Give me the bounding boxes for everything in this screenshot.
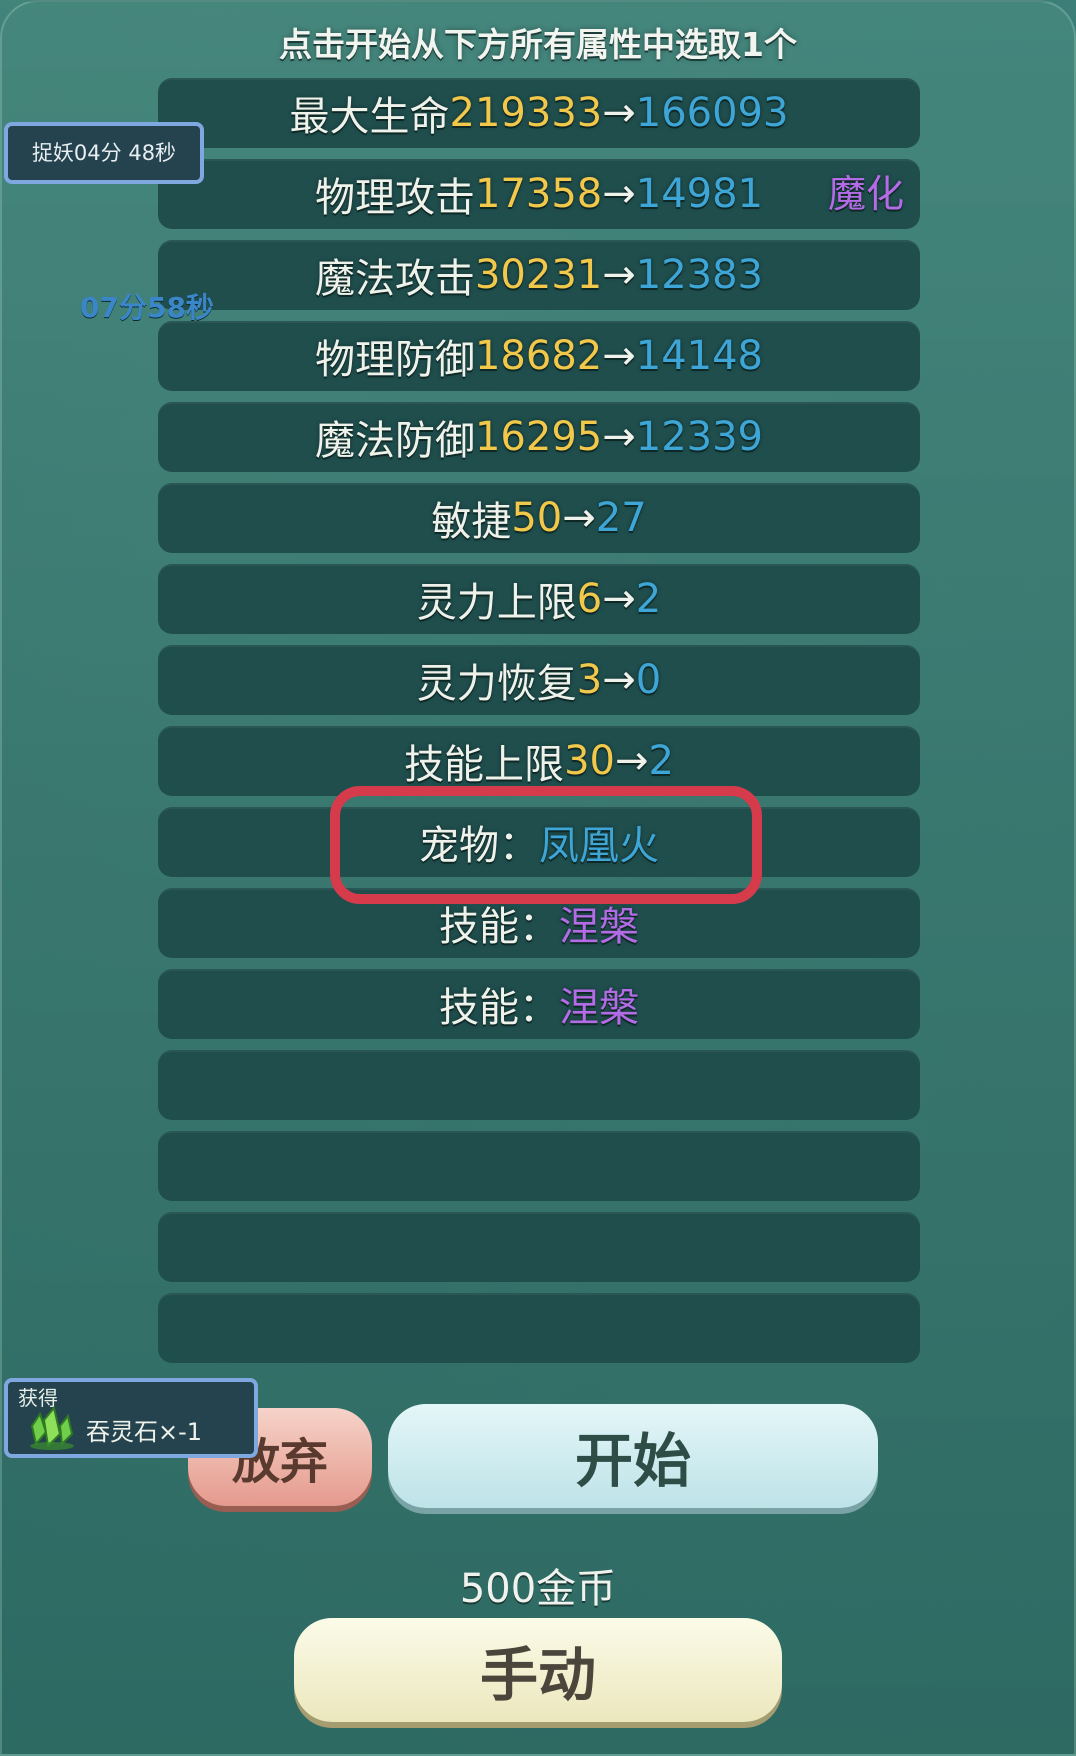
empty-row: [158, 1050, 920, 1120]
arrow: →: [602, 171, 636, 217]
empty-row: [158, 1212, 920, 1282]
attribute-row-spirit-regen: 灵力恢复 3 → 0: [158, 645, 920, 715]
arrow: →: [602, 252, 636, 298]
arrow: →: [602, 657, 636, 703]
old-value: 30231: [474, 252, 603, 298]
attribute-name: 灵力上限: [416, 580, 577, 626]
attribute-name: 灵力恢复: [416, 661, 577, 707]
green-crystal-icon: [30, 1405, 74, 1450]
new-value: 2: [635, 576, 662, 622]
attribute-name: 技能上限: [404, 742, 565, 788]
start-button[interactable]: 开始: [388, 1404, 878, 1508]
attribute-name: 魔法防御: [314, 418, 475, 464]
attribute-row-magic-defense: 魔法防御 16295 → 12339: [158, 402, 920, 472]
old-value: 16295: [474, 414, 603, 460]
attribute-row-spirit-max: 灵力上限 6 → 2: [158, 564, 920, 634]
empty-row: [158, 1131, 920, 1201]
gain-item: 吞灵石×-1: [86, 1418, 203, 1446]
side-timer: 07分58秒: [80, 291, 214, 324]
attribute-row-physical-defense: 物理防御 18682 → 14148: [158, 321, 920, 391]
arrow: →: [602, 414, 636, 460]
attribute-name: 物理防御: [314, 337, 475, 383]
attribute-name: 最大生命: [289, 94, 450, 140]
arrow: →: [602, 576, 636, 622]
new-value: 2: [648, 738, 674, 784]
new-value: 12383: [635, 252, 763, 298]
arrow: →: [602, 333, 636, 379]
new-value: 166093: [635, 90, 789, 136]
attribute-name: 魔法攻击: [314, 256, 475, 302]
capture-timer: 捉妖04分 48秒: [4, 122, 204, 184]
empty-row: [158, 1293, 920, 1363]
old-value: 17358: [474, 171, 603, 217]
attribute-row-agility: 敏捷 50 → 27: [158, 483, 920, 553]
old-value: 30: [564, 738, 615, 784]
attribute-row-max-hp: 最大生命 219333 → 166093: [158, 78, 920, 148]
old-value: 18682: [474, 333, 603, 379]
new-value: 0: [635, 657, 662, 703]
attribute-name: 物理攻击: [314, 175, 475, 221]
arrow: →: [614, 738, 649, 784]
skill-row: 技能： 涅槃: [158, 969, 920, 1039]
attribute-list: 最大生命 219333 → 166093 物理攻击 17358 → 14981 魔化 魔法攻…: [158, 78, 920, 1374]
new-value: 27: [595, 495, 647, 541]
arrow: →: [602, 90, 636, 136]
cost-label: 500金币: [459, 1566, 617, 1612]
attribute-name: 敏捷: [431, 499, 512, 545]
panel-title: 点击开始从下方所有属性中选取1个: [279, 25, 797, 64]
old-value: 219333: [449, 90, 603, 136]
mohua-tag: 魔化: [827, 172, 904, 216]
gain-notification: 获得 吞灵石×-1: [4, 1378, 258, 1458]
old-value: 50: [511, 495, 563, 541]
skill-label: 技能：: [439, 985, 559, 1031]
arrow: →: [562, 495, 596, 541]
skill-value: 涅槃: [559, 985, 639, 1031]
attribute-row-physical-attack: 物理攻击 17358 → 14981 魔化: [158, 159, 920, 229]
highlight-box: [330, 786, 762, 904]
old-value: 3: [576, 657, 603, 703]
new-value: 14981: [635, 171, 763, 217]
manual-button[interactable]: 手动: [294, 1618, 782, 1722]
attribute-row-magic-attack: 魔法攻击 30231 → 12383: [158, 240, 920, 310]
new-value: 14148: [635, 333, 763, 379]
new-value: 12339: [635, 414, 763, 460]
old-value: 6: [576, 576, 603, 622]
